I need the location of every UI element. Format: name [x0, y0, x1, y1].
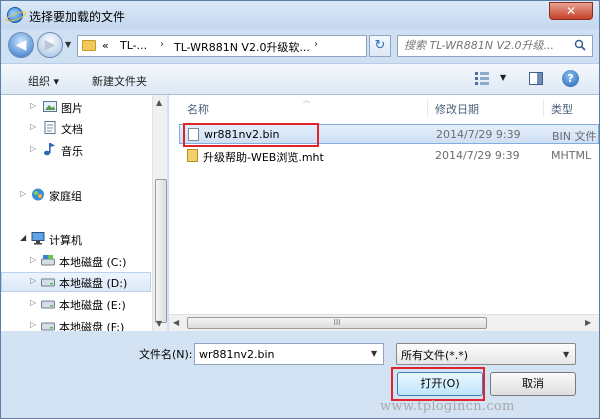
toolbar: 组织 ▾ 新建文件夹 ▼ ?	[1, 63, 599, 95]
column-header-date[interactable]: 修改日期	[435, 101, 479, 117]
nav-item-documents[interactable]: ▷ 文档	[1, 118, 151, 138]
nav-item-label: 本地磁盘 (E:)	[59, 299, 126, 312]
file-name: 升级帮助-WEB浏览.mht	[203, 151, 324, 164]
breadcrumb-separator[interactable]: ›	[160, 39, 164, 50]
navigation-pane[interactable]: ▷ 图片 ▷ 文档 ▷ 音乐 ▷ 家庭组 ◢ 计算机 ▷ 本地磁盘 (C:) ▷…	[1, 95, 168, 331]
file-date: 2014/7/29 9:39	[436, 128, 521, 141]
column-divider[interactable]	[427, 99, 428, 117]
breadcrumb-overflow[interactable]: «	[102, 39, 109, 52]
expand-arrow-icon[interactable]: ▷	[30, 298, 36, 307]
nav-item-label: 音乐	[61, 145, 83, 158]
organize-menu[interactable]: 组织 ▾	[28, 73, 59, 89]
annotation-highlight	[391, 367, 485, 401]
documents-icon	[44, 121, 56, 134]
column-divider[interactable]	[543, 99, 544, 117]
forward-button[interactable]: ▶	[37, 32, 63, 58]
file-type: BIN 文件	[552, 130, 597, 143]
nav-item-label: 本地磁盘 (D:)	[59, 277, 128, 290]
help-icon[interactable]: ?	[562, 70, 579, 87]
breadcrumb-separator[interactable]: ›	[314, 39, 318, 50]
chevron-down-icon: ▼	[563, 350, 570, 359]
scroll-up-icon[interactable]: ▲	[156, 98, 162, 107]
computer-icon	[31, 232, 45, 245]
search-input[interactable]	[404, 39, 570, 52]
breadcrumb-item[interactable]: TL-WR881N V2.0升级软...	[174, 39, 310, 55]
expand-arrow-icon[interactable]: ▷	[30, 320, 36, 329]
expand-arrow-icon[interactable]: ▷	[30, 122, 36, 131]
column-header-name[interactable]: 名称	[187, 101, 209, 117]
filetype-select[interactable]: 所有文件(*.*) ▼	[396, 343, 576, 365]
filetype-value: 所有文件(*.*)	[401, 349, 469, 362]
expand-arrow-icon[interactable]: ▷	[30, 144, 36, 153]
file-row[interactable]: 升级帮助-WEB浏览.mht 2014/7/29 9:39 MHTML	[179, 146, 599, 166]
ie-icon	[7, 7, 23, 23]
nav-item-label: 计算机	[49, 234, 82, 247]
folder-icon	[82, 40, 96, 51]
file-type: MHTML	[551, 149, 592, 162]
column-header-type[interactable]: 类型	[551, 101, 573, 117]
nav-item-computer[interactable]: ◢ 计算机	[1, 229, 151, 249]
nav-item-drive-d[interactable]: ▷ 本地磁盘 (D:)	[1, 272, 151, 292]
new-folder-button[interactable]: 新建文件夹	[92, 73, 147, 89]
refresh-button[interactable]: ↻	[369, 35, 391, 57]
nav-item-label: 本地磁盘 (F:)	[59, 321, 125, 331]
nav-item-label: 文档	[61, 123, 83, 136]
address-bar[interactable]: « TL-... › TL-WR881N V2.0升级软... › ▼	[77, 35, 432, 57]
scroll-left-icon[interactable]: ◀	[173, 318, 179, 327]
expand-arrow-icon[interactable]: ▷	[30, 276, 36, 285]
nav-item-homegroup[interactable]: ▷ 家庭组	[1, 185, 151, 205]
drive-icon	[41, 322, 55, 331]
close-button[interactable]: ✕	[549, 2, 593, 20]
expand-arrow-icon[interactable]: ▷	[20, 189, 26, 198]
nav-item-label: 本地磁盘 (C:)	[59, 256, 127, 269]
search-icon[interactable]	[574, 39, 586, 51]
filename-dropdown-icon[interactable]: ▼	[371, 349, 377, 358]
search-box[interactable]	[397, 35, 593, 57]
drive-icon	[41, 255, 55, 266]
nav-item-label: 图片	[61, 102, 83, 115]
nav-item-label: 家庭组	[49, 190, 82, 203]
file-open-dialog: 选择要加载的文件 ✕ ◀ ▶ ▼ « TL-... › TL-WR881N V2…	[0, 0, 600, 419]
title-bar: 选择要加载的文件 ✕	[1, 1, 599, 29]
cancel-button[interactable]: 取消	[490, 372, 576, 396]
scroll-thumb[interactable]: III	[187, 317, 487, 329]
nav-item-drive-c[interactable]: ▷ 本地磁盘 (C:)	[1, 251, 151, 271]
drive-icon	[41, 300, 55, 309]
window-title: 选择要加载的文件	[29, 10, 126, 24]
homegroup-icon	[32, 188, 44, 201]
filename-label: 文件名(N):	[139, 348, 193, 361]
watermark: www.tplogincn.com	[380, 399, 515, 414]
nav-item-drive-e[interactable]: ▷ 本地磁盘 (E:)	[1, 294, 151, 314]
filename-input[interactable]	[194, 343, 384, 365]
back-arrow-icon: ◀	[15, 37, 27, 53]
mhtml-file-icon	[187, 149, 198, 162]
breadcrumb-item[interactable]: TL-...	[120, 39, 147, 52]
address-row: ◀ ▶ ▼ « TL-... › TL-WR881N V2.0升级软... › …	[1, 29, 599, 63]
forward-arrow-icon: ▶	[44, 37, 56, 53]
file-horizontal-scrollbar[interactable]: ◀ III ▶	[169, 314, 599, 331]
back-button[interactable]: ◀	[8, 32, 34, 58]
scroll-thumb[interactable]	[155, 179, 167, 323]
expand-arrow-icon[interactable]: ▷	[30, 255, 36, 264]
scroll-down-icon[interactable]: ▼	[156, 319, 162, 328]
drive-icon	[41, 278, 55, 287]
collapse-arrow-icon[interactable]: ◢	[20, 233, 26, 242]
pictures-icon	[43, 101, 57, 112]
expand-arrow-icon[interactable]: ▷	[30, 101, 36, 110]
annotation-highlight	[183, 123, 319, 147]
nav-item-music[interactable]: ▷ 音乐	[1, 140, 151, 160]
music-icon	[44, 143, 55, 156]
nav-vertical-scrollbar[interactable]: ▲ ▼	[152, 95, 167, 331]
view-options-icon[interactable]	[475, 72, 489, 85]
recent-pages-dropdown[interactable]: ▼	[65, 40, 71, 49]
file-date: 2014/7/29 9:39	[435, 149, 520, 162]
refresh-icon: ↻	[374, 38, 386, 53]
preview-pane-icon[interactable]	[529, 72, 543, 85]
scroll-right-icon[interactable]: ▶	[585, 318, 591, 327]
nav-item-pictures[interactable]: ▷ 图片	[1, 97, 151, 117]
nav-item-drive-f[interactable]: ▷ 本地磁盘 (F:)	[1, 316, 151, 331]
view-dropdown[interactable]: ▼	[500, 73, 506, 82]
sort-indicator-icon: ︿	[303, 96, 310, 104]
